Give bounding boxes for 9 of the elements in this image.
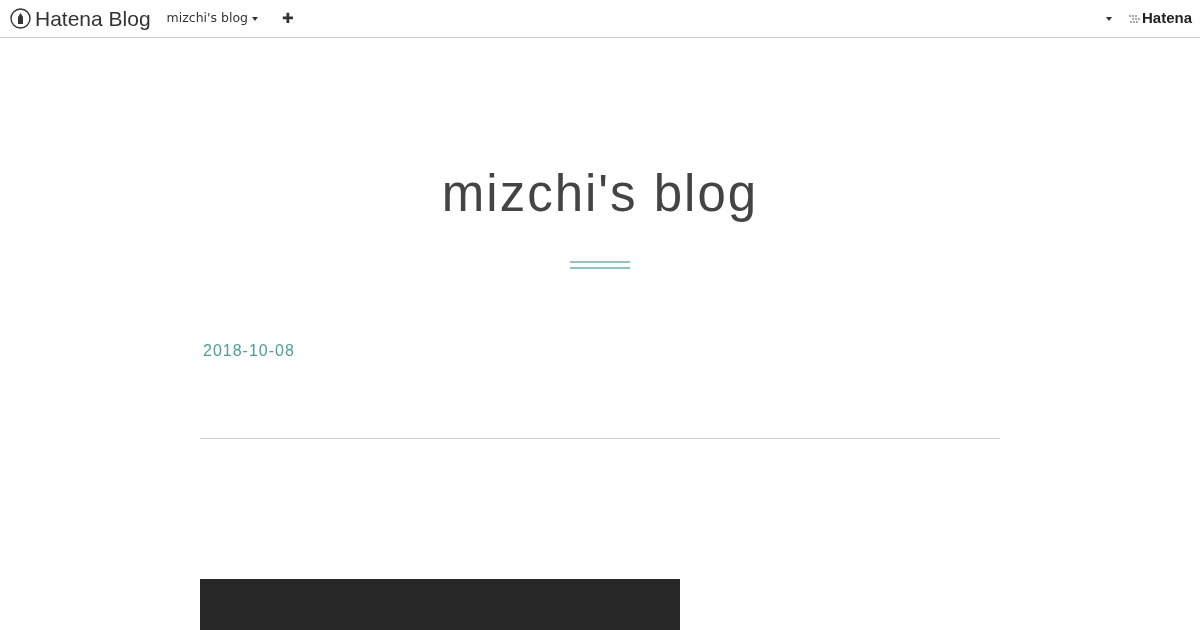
blog-menu[interactable]: mizchi's blog (166, 9, 258, 28)
caret-icon (252, 16, 258, 21)
logo-icon (10, 8, 31, 29)
site-logo[interactable]: Hatena Blog (35, 2, 151, 35)
title-ornament (570, 261, 630, 269)
brand-icon (1127, 13, 1142, 24)
add-button[interactable]: ✚ (282, 8, 294, 29)
dropdown-icon[interactable] (1105, 16, 1112, 21)
brand-logo[interactable]: Hatena (1141, 7, 1192, 30)
